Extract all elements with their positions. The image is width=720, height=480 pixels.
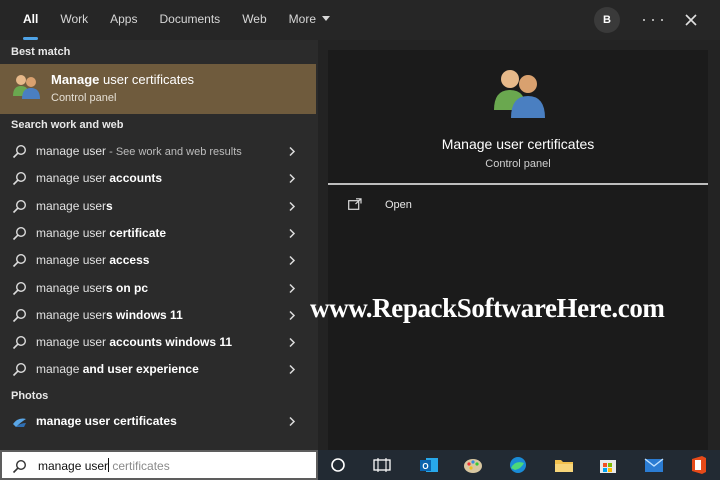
preview-panel: Manage user certificates Control panel O… [318,40,720,450]
search-suggestion-item[interactable]: manage users on pc [0,275,316,302]
suggestion-text: manage user accounts [36,171,163,186]
preview-title: Manage user certificates [441,136,595,152]
office-icon[interactable] [688,454,710,476]
search-icon [12,459,27,474]
divider [328,183,708,185]
search-suggestion-item[interactable]: manage users [0,193,316,220]
tab-all[interactable]: All [0,0,49,40]
preview-subtitle: Control panel [485,158,551,170]
chevron-right-icon[interactable] [287,310,297,321]
photos-app-icon [13,418,26,427]
photo-result-text: manage user certificates [36,414,177,428]
search-circle-icon[interactable] [327,454,349,476]
close-icon[interactable] [680,9,702,31]
search-suggestion-item[interactable]: manage user access [0,247,316,274]
best-match-heading: Best match [11,46,71,58]
tab-work[interactable]: Work [49,0,99,40]
tab-web[interactable]: Web [231,0,277,40]
results-panel: Best match Manage user certificates Cont… [0,40,318,450]
task-view-icon[interactable] [371,454,393,476]
search-icon [12,144,27,159]
chevron-right-icon[interactable] [287,146,297,157]
outlook-icon[interactable]: O [418,454,440,476]
best-match-title: Manage user certificates [51,72,195,87]
watermark-text: www.RepackSoftwareHere.com [310,293,665,323]
chevron-right-icon[interactable] [287,228,297,239]
search-filter-bar: All Work Apps Documents Web More B [0,0,720,40]
suggestion-text: manage user - See work and web results [36,144,242,158]
chevron-right-icon[interactable] [287,201,297,212]
suggestion-text: manage user certificate [36,225,167,240]
best-match-subtitle: Control panel [51,92,117,104]
suggestion-text: manage users [36,198,113,213]
tab-apps[interactable]: Apps [99,0,148,40]
chevron-right-icon[interactable] [287,364,297,375]
search-input[interactable]: manage user certificates [38,458,170,473]
search-icon [12,254,27,268]
search-suggestion-item[interactable]: manage and user experience [0,356,316,383]
file-explorer-icon[interactable] [553,454,575,476]
ellipsis-icon[interactable] [643,12,663,28]
users-icon [494,70,545,118]
search-suggestion-item[interactable]: manage users windows 11 [0,302,316,329]
edge-icon[interactable] [507,454,529,476]
suggestion-text: manage users windows 11 [36,307,183,322]
search-web-heading: Search work and web [11,119,124,131]
search-suggestion-item[interactable]: manage user accounts windows 11 [0,329,316,356]
search-suggestion-item[interactable]: manage user certificate [0,220,316,247]
open-window-icon [348,198,362,210]
tab-documents[interactable]: Documents [148,0,231,40]
chevron-right-icon[interactable] [287,255,297,266]
paint-icon[interactable] [462,454,484,476]
svg-text:O: O [422,462,428,471]
mail-icon[interactable] [643,454,665,476]
chevron-right-icon[interactable] [287,416,297,427]
suggestion-text: manage user access [36,253,150,268]
search-icon [12,172,27,186]
best-match-item[interactable]: Manage user certificates Control panel [0,64,316,114]
chevron-right-icon[interactable] [287,283,297,294]
suggestion-text: manage users on pc [36,280,149,295]
preview-card: Manage user certificates Control panel O… [328,50,708,450]
search-icon [12,281,27,295]
search-icon [12,363,27,377]
tab-more[interactable]: More [278,0,341,40]
search-icon [12,199,27,213]
chevron-down-icon [322,16,330,21]
search-icon [12,226,27,240]
chevron-right-icon[interactable] [287,337,297,348]
open-label: Open [385,199,412,211]
users-icon [13,75,40,99]
photo-result-item[interactable]: manage user certificates [0,408,316,435]
search-suggestion-item[interactable]: manage user - See work and web results [0,138,316,165]
search-suggestion-item[interactable]: manage user accounts [0,165,316,192]
photos-heading: Photos [11,390,49,402]
search-icon [12,336,27,350]
suggestion-text: manage and user experience [36,362,199,377]
search-box[interactable]: manage user certificates [0,450,318,480]
taskbar: O [318,450,720,480]
search-icon [12,308,27,322]
avatar[interactable]: B [594,7,620,33]
suggestion-text: manage user accounts windows 11 [36,335,233,350]
store-icon[interactable] [597,454,619,476]
chevron-right-icon[interactable] [287,173,297,184]
